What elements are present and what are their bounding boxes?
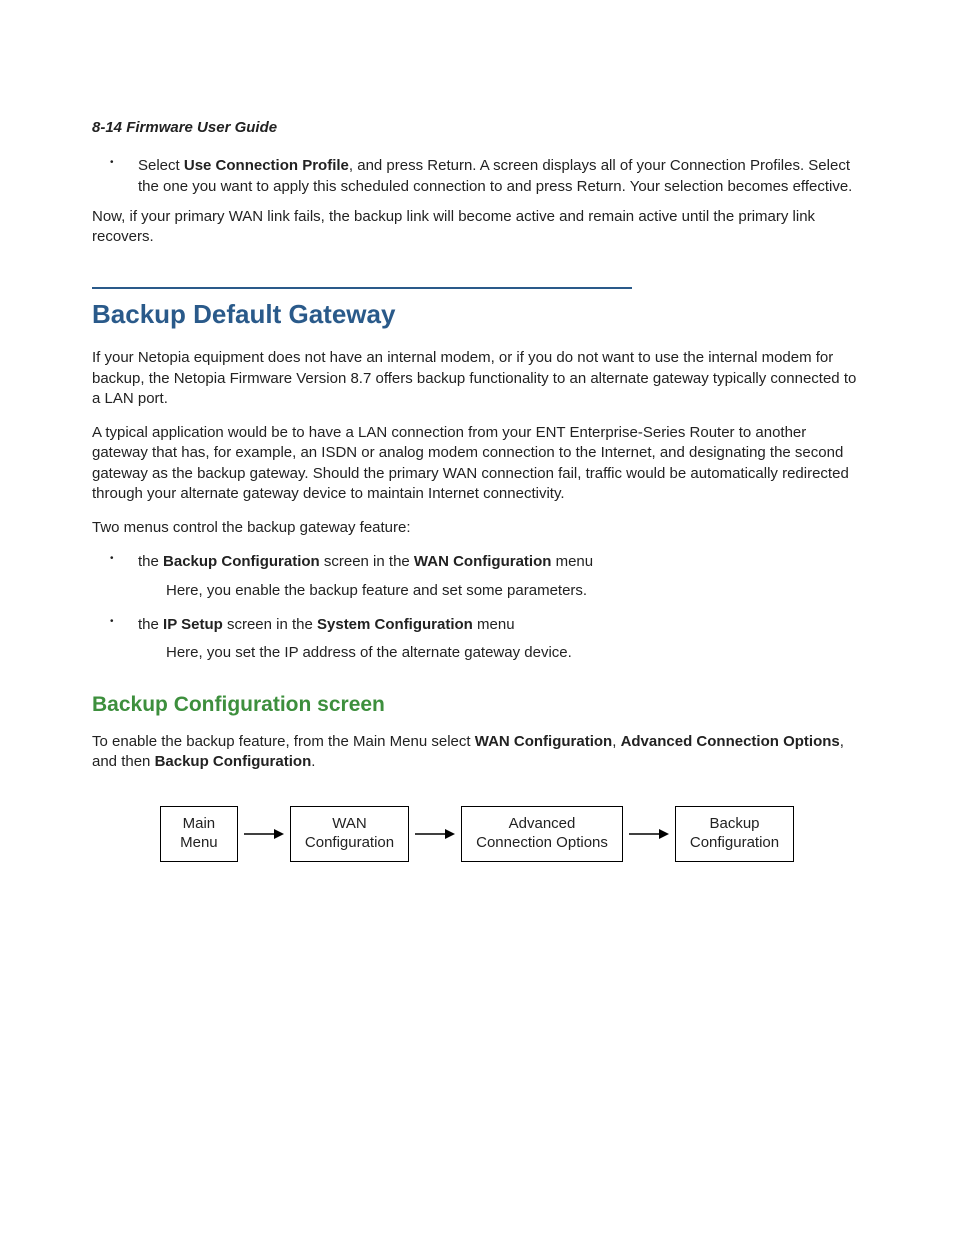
text: WAN xyxy=(332,815,366,832)
paragraph: To enable the backup feature, from the M… xyxy=(92,732,862,773)
text: Configuration xyxy=(690,834,779,851)
bold-text: Backup Configuration xyxy=(155,753,312,770)
bullet-item-use-connection-profile: Select Use Connection Profile, and press… xyxy=(110,156,862,197)
text: Configuration xyxy=(305,834,394,851)
bold-text: WAN Configuration xyxy=(475,733,612,750)
text: Main xyxy=(183,815,216,832)
text: Connection Options xyxy=(476,834,608,851)
bullet-list-2: the Backup Configuration screen in the W… xyxy=(110,552,862,663)
bullet-item-ip-setup-screen: the IP Setup screen in the System Config… xyxy=(110,615,862,664)
bullet-list-1: Select Use Connection Profile, and press… xyxy=(110,156,862,197)
diagram-box-backup-configuration: Backup Configuration xyxy=(675,806,794,862)
diagram-box-wan-configuration: WAN Configuration xyxy=(290,806,409,862)
paragraph: If your Netopia equipment does not have … xyxy=(92,348,862,409)
arrow-right-icon xyxy=(415,828,455,840)
text: the xyxy=(138,616,163,633)
diagram-box-main-menu: Main Menu xyxy=(160,806,238,862)
arrow-right-icon xyxy=(244,828,284,840)
sub-paragraph: Here, you enable the backup feature and … xyxy=(166,581,862,601)
text: . xyxy=(311,753,315,770)
bold-text: Advanced Connection Options xyxy=(621,733,840,750)
subsection-title-backup-configuration-screen: Backup Configuration screen xyxy=(92,691,862,719)
text: Select xyxy=(138,157,184,174)
arrow-right-icon xyxy=(629,828,669,840)
sub-paragraph: Here, you set the IP address of the alte… xyxy=(166,643,862,663)
text: menu xyxy=(551,553,593,570)
bold-text: Backup Configuration xyxy=(163,553,320,570)
bold-text: Use Connection Profile xyxy=(184,157,349,174)
section-divider xyxy=(92,287,632,289)
bold-text: System Configuration xyxy=(317,616,473,633)
paragraph: A typical application would be to have a… xyxy=(92,423,862,504)
text: , xyxy=(612,733,620,750)
text: the xyxy=(138,553,163,570)
text: Backup xyxy=(709,815,759,832)
text: Menu xyxy=(180,834,218,851)
text: To enable the backup feature, from the M… xyxy=(92,733,475,750)
bold-text: WAN Configuration xyxy=(414,553,551,570)
bold-text: IP Setup xyxy=(163,616,223,633)
text: menu xyxy=(473,616,515,633)
page-header: 8-14 Firmware User Guide xyxy=(92,118,862,138)
paragraph: Now, if your primary WAN link fails, the… xyxy=(92,207,862,248)
text: screen in the xyxy=(320,553,414,570)
text: screen in the xyxy=(223,616,317,633)
paragraph: Two menus control the backup gateway fea… xyxy=(92,518,862,538)
diagram-box-advanced-connection-options: Advanced Connection Options xyxy=(461,806,623,862)
page-root: 8-14 Firmware User Guide Select Use Conn… xyxy=(0,0,954,1235)
navigation-diagram: Main Menu WAN Configuration Advanced Con… xyxy=(92,806,862,862)
section-title-backup-default-gateway: Backup Default Gateway xyxy=(92,297,862,332)
text: Advanced xyxy=(509,815,576,832)
bullet-item-backup-configuration-screen: the Backup Configuration screen in the W… xyxy=(110,552,862,601)
